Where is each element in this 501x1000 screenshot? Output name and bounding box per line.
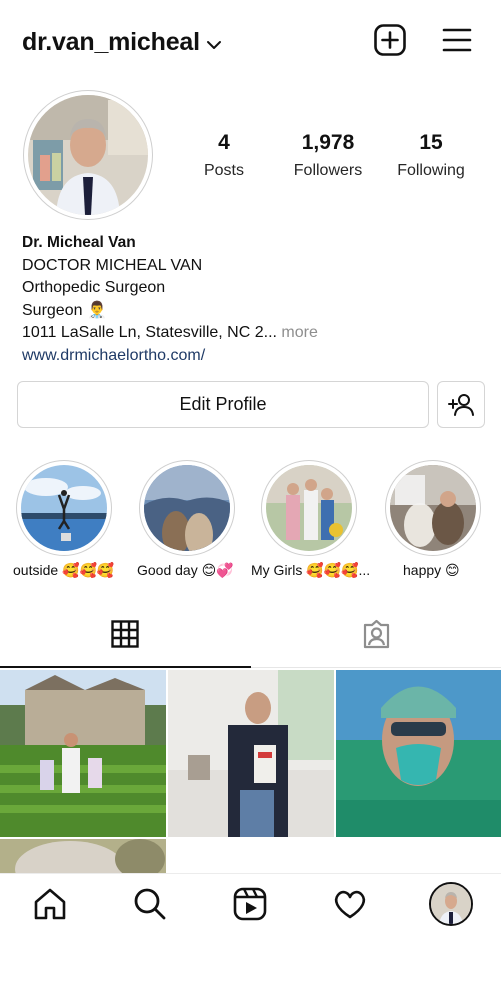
heart-icon[interactable]	[332, 886, 368, 922]
following-stat[interactable]: 15 Following	[393, 131, 469, 180]
tagged-icon[interactable]	[361, 619, 392, 650]
highlight-happy[interactable]	[385, 460, 481, 556]
followers-stat[interactable]: 1,978 Followers	[286, 131, 370, 180]
post-thumbnail[interactable]	[168, 670, 334, 837]
avatar[interactable]	[28, 95, 148, 215]
add-user-button[interactable]	[437, 381, 485, 428]
website-link[interactable]: www.drmichaelortho.com/	[22, 345, 492, 368]
highlight-outside[interactable]	[16, 460, 112, 556]
address-text: 1011 LaSalle Ln, Statesville, NC 2...	[22, 324, 277, 342]
highlight-my-girls[interactable]	[261, 460, 357, 556]
highlight-good-day[interactable]	[139, 460, 235, 556]
bottom-nav	[0, 873, 501, 935]
posts-stat[interactable]: 4 Posts	[193, 131, 255, 180]
highlight-label: happy 😊	[403, 562, 460, 578]
more-link[interactable]: more	[277, 324, 317, 341]
bio-line: Orthopedic Surgeon	[22, 279, 166, 297]
profile-bio: Dr. Micheal Van DOCTOR MICHEAL VAN Ortho…	[22, 232, 492, 368]
active-tab-indicator	[0, 666, 251, 668]
post-thumbnail[interactable]	[0, 839, 166, 873]
highlight-cover	[390, 465, 476, 551]
highlight-label: Good day 😊💞	[137, 562, 234, 578]
highlight-label: My Girls 🥰🥰🥰...	[251, 562, 371, 578]
menu-icon[interactable]	[441, 24, 473, 56]
chevron-down-icon[interactable]	[205, 36, 223, 54]
highlight-cover	[144, 465, 230, 551]
top-bar: dr.van_micheal	[0, 0, 501, 90]
posts-count: 4	[218, 131, 230, 154]
bio-line: DOCTOR MICHEAL VAN	[22, 256, 203, 274]
bio-address: 1011 LaSalle Ln, Statesville, NC 2... mo…	[22, 322, 492, 345]
highlight-cover	[266, 465, 352, 551]
display-name: Dr. Micheal Van	[22, 234, 136, 251]
following-count: 15	[419, 131, 443, 154]
profile-avatar[interactable]	[429, 882, 473, 926]
add-user-icon	[448, 393, 474, 416]
followers-label: Followers	[293, 162, 363, 179]
profile-username[interactable]: dr.van_micheal	[22, 28, 200, 57]
bio-line: Surgeon 👨‍⚕️	[22, 301, 107, 319]
edit-profile-button[interactable]: Edit Profile	[17, 381, 429, 428]
reels-icon[interactable]	[232, 886, 268, 922]
post-thumbnail[interactable]	[336, 670, 501, 837]
home-icon[interactable]	[32, 886, 68, 922]
new-post-icon[interactable]	[373, 23, 407, 57]
search-icon[interactable]	[132, 886, 168, 922]
followers-count: 1,978	[301, 131, 355, 154]
highlight-cover	[21, 465, 107, 551]
profile-tabs	[0, 610, 501, 668]
post-thumbnail[interactable]	[0, 670, 166, 837]
grid-icon[interactable]	[111, 620, 139, 648]
posts-label: Posts	[203, 162, 244, 179]
highlight-label: outside 🥰🥰🥰	[13, 562, 115, 578]
following-label: Following	[397, 162, 465, 179]
